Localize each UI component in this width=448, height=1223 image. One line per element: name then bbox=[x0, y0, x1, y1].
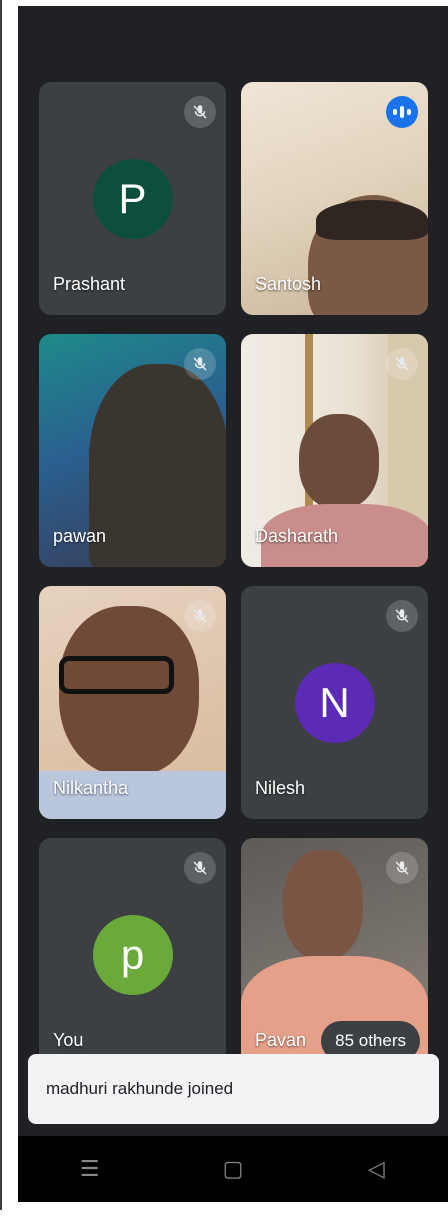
mic-off-icon bbox=[386, 852, 418, 884]
back-icon[interactable]: ◁ bbox=[356, 1156, 396, 1182]
participant-tile-pavan[interactable]: Pavan 85 others bbox=[241, 838, 428, 1071]
menu-icon[interactable]: ☰ bbox=[70, 1156, 110, 1182]
avatar: N bbox=[294, 662, 375, 743]
participant-name: Nilkantha bbox=[53, 778, 129, 798]
participant-name: pawan bbox=[53, 526, 107, 546]
participant-tile-you[interactable]: p You bbox=[39, 838, 226, 1071]
mic-off-icon bbox=[184, 96, 216, 128]
participant-name: You bbox=[53, 1030, 84, 1050]
speaking-indicator-icon bbox=[386, 96, 418, 128]
avatar: P bbox=[92, 158, 173, 239]
video-feed-hair bbox=[316, 200, 428, 240]
mic-off-icon bbox=[386, 600, 418, 632]
video-feed bbox=[89, 364, 226, 567]
participant-name: Santosh bbox=[255, 274, 322, 294]
left-edge-rule bbox=[0, 0, 2, 1210]
avatar: p bbox=[92, 914, 173, 995]
participant-tile-nilkantha[interactable]: Nilkantha bbox=[39, 586, 226, 819]
android-navigation-bar: ☰ ▢ ◁ bbox=[18, 1136, 448, 1202]
meet-screen: P Prashant Santosh pawan Dasharath Nilka bbox=[18, 6, 448, 1202]
join-notification-toast: madhuri rakhunde joined bbox=[28, 1054, 439, 1124]
video-feed-glasses bbox=[59, 656, 174, 694]
participant-tile-dasharath[interactable]: Dasharath bbox=[241, 334, 428, 567]
participant-tile-nilesh[interactable]: N Nilesh bbox=[241, 586, 428, 819]
mic-off-icon bbox=[184, 852, 216, 884]
participant-name: Pavan bbox=[255, 1030, 307, 1050]
participant-name: Dasharath bbox=[255, 526, 339, 546]
participant-tile-santosh[interactable]: Santosh bbox=[241, 82, 428, 315]
participant-tile-pawan[interactable]: pawan bbox=[39, 334, 226, 567]
video-feed bbox=[299, 414, 379, 509]
participant-tile-prashant[interactable]: P Prashant bbox=[39, 82, 226, 315]
mic-off-icon bbox=[184, 600, 216, 632]
home-icon[interactable]: ▢ bbox=[213, 1156, 253, 1182]
participant-name: Nilesh bbox=[255, 778, 306, 798]
toast-message: madhuri rakhunde joined bbox=[46, 1079, 234, 1098]
mic-off-icon bbox=[386, 348, 418, 380]
video-feed bbox=[283, 850, 363, 960]
participant-name: Prashant bbox=[53, 274, 126, 294]
mic-off-icon bbox=[184, 348, 216, 380]
